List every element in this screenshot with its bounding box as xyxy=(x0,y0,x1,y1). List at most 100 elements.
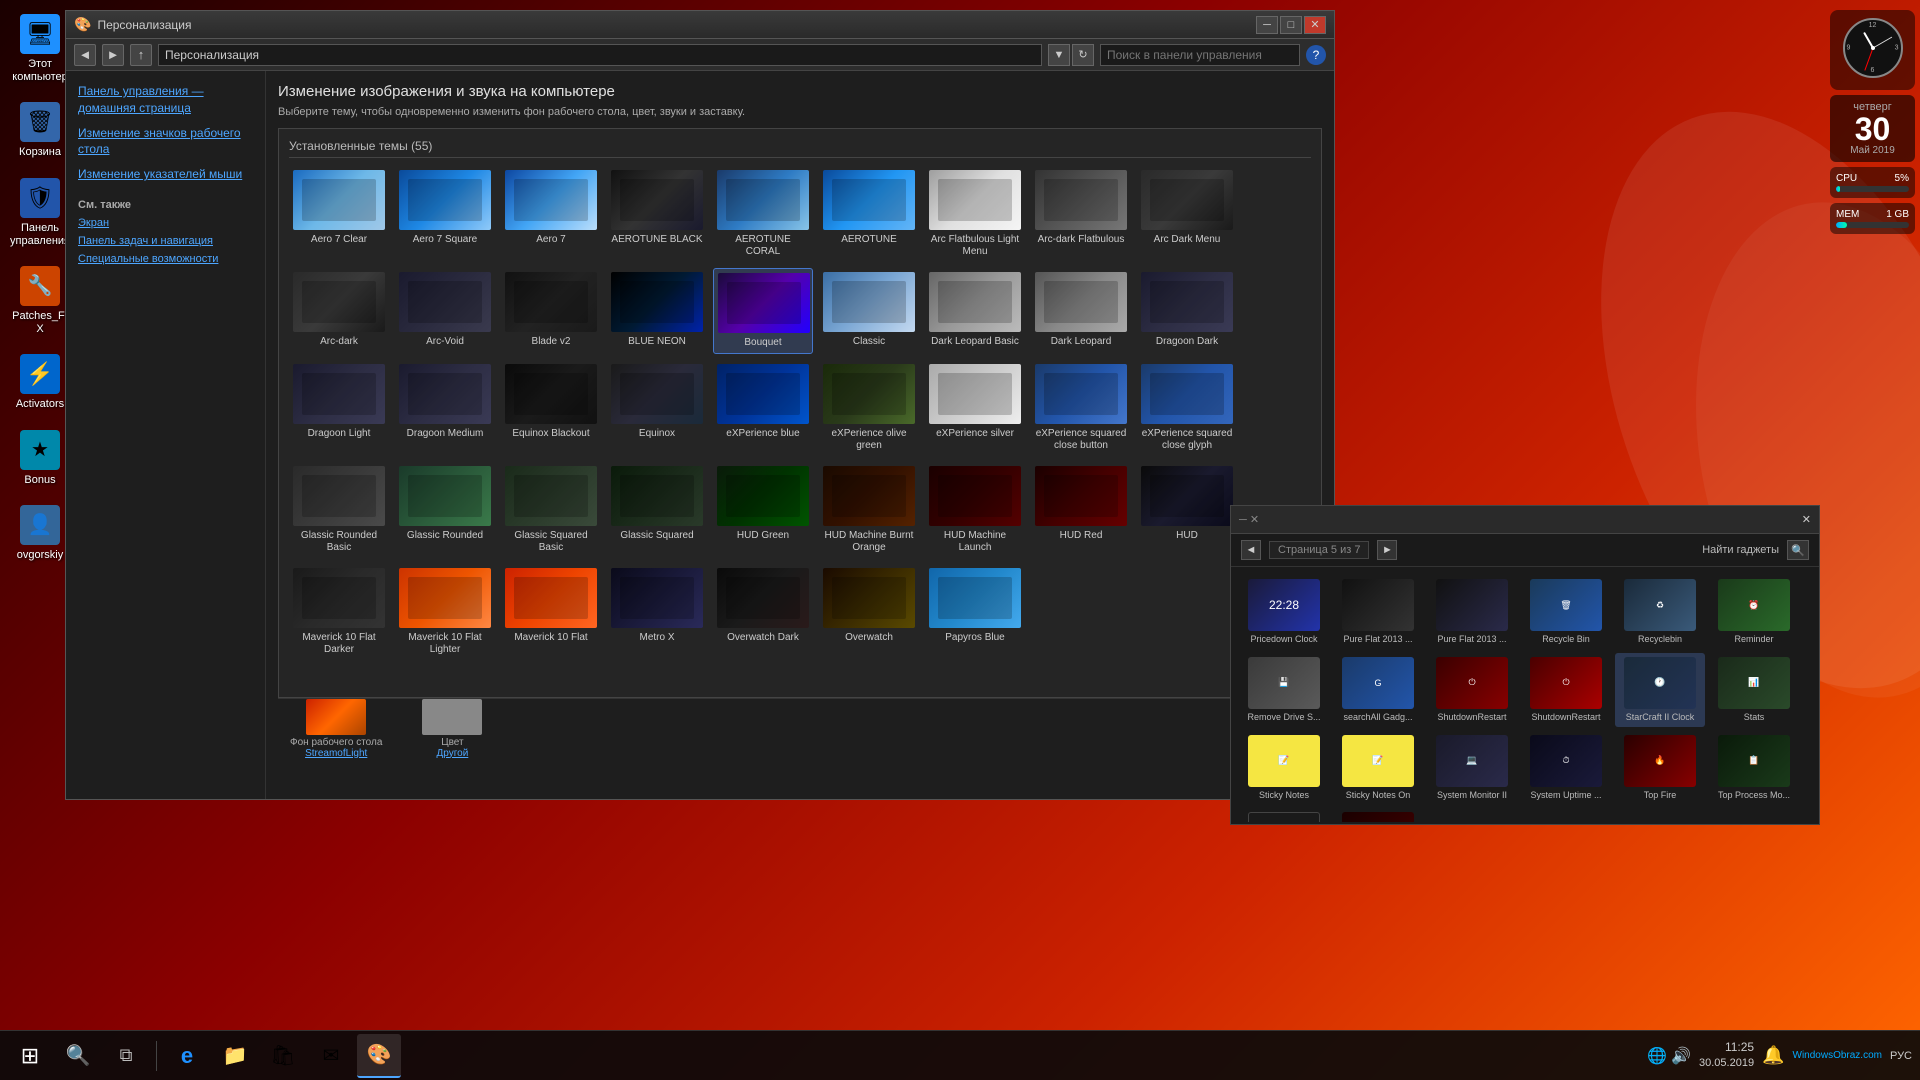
taskbar-clock[interactable]: 11:25 30.05.2019 xyxy=(1699,1039,1754,1071)
theme-item[interactable]: HUD xyxy=(1137,462,1237,558)
theme-item[interactable]: Dragoon Medium xyxy=(395,360,495,456)
control-panel-taskbar-button[interactable]: 🎨 xyxy=(357,1034,401,1078)
theme-item[interactable]: HUD Green xyxy=(713,462,813,558)
address-bar[interactable]: Персонализация xyxy=(158,44,1042,66)
gadget-item[interactable]: 📝Sticky Notes On xyxy=(1333,731,1423,805)
start-button[interactable]: ⊞ xyxy=(8,1034,52,1078)
help-button[interactable]: ? xyxy=(1306,45,1326,65)
gadget-item[interactable]: Pure Flat 2013 ... xyxy=(1333,575,1423,649)
theme-item[interactable]: Glassic Squared xyxy=(607,462,707,558)
gadget-item[interactable]: ⏻Turn off PC xyxy=(1333,808,1423,822)
theme-item[interactable]: Arc-dark xyxy=(289,268,389,354)
theme-item[interactable]: Glassic Rounded xyxy=(395,462,495,558)
theme-item[interactable]: Overwatch Dark xyxy=(713,564,813,660)
search-button[interactable]: 🔍 xyxy=(56,1034,100,1078)
gadget-item[interactable]: ⏻ShutdownRestart xyxy=(1427,653,1517,727)
gadget-item[interactable]: 📋Top Process Mo... xyxy=(1709,731,1799,805)
theme-item[interactable]: HUD Machine Burnt Orange xyxy=(819,462,919,558)
search-input[interactable] xyxy=(1100,44,1300,66)
back-button[interactable]: ◄ xyxy=(74,44,96,66)
theme-item[interactable]: Maverick 10 Flat xyxy=(501,564,601,660)
gadgets-prev-button[interactable]: ◄ xyxy=(1241,540,1261,560)
theme-item[interactable]: Aero 7 Square xyxy=(395,166,495,262)
theme-item[interactable]: AEROTUNE xyxy=(819,166,919,262)
minimize-button[interactable]: ─ xyxy=(1256,16,1278,34)
gadget-item[interactable]: 🕐Transparent - cl... xyxy=(1239,808,1329,822)
gadget-item[interactable]: ⏱System Uptime ... xyxy=(1521,731,1611,805)
theme-item[interactable]: BLUE NEON xyxy=(607,268,707,354)
sidebar-screen-link[interactable]: Экран xyxy=(78,217,253,229)
explorer-button[interactable]: 📁 xyxy=(213,1034,257,1078)
theme-item[interactable]: Dragoon Light xyxy=(289,360,389,456)
theme-item[interactable]: HUD Red xyxy=(1031,462,1131,558)
theme-item[interactable]: eXPerience blue xyxy=(713,360,813,456)
theme-item[interactable]: eXPerience olive green xyxy=(819,360,919,456)
theme-item[interactable]: Equinox xyxy=(607,360,707,456)
gadget-item[interactable]: Pure Flat 2013 ... xyxy=(1427,575,1517,649)
theme-item[interactable]: Glassic Squared Basic xyxy=(501,462,601,558)
gadget-item[interactable]: 📊Stats xyxy=(1709,653,1799,727)
sidebar-icons-link[interactable]: Изменение значков рабочего стола xyxy=(78,125,253,159)
theme-item[interactable]: Glassic Rounded Basic xyxy=(289,462,389,558)
theme-item[interactable]: Arc Flatbulous Light Menu xyxy=(925,166,1025,262)
theme-item[interactable]: eXPerience silver xyxy=(925,360,1025,456)
theme-item[interactable]: eXPerience squared close button xyxy=(1031,360,1131,456)
gadget-item[interactable]: 🕐StarCraft II Clock xyxy=(1615,653,1705,727)
theme-item[interactable]: Dark Leopard xyxy=(1031,268,1131,354)
theme-item[interactable]: Maverick 10 Flat Darker xyxy=(289,564,389,660)
gadget-name: Pricedown Clock xyxy=(1243,634,1325,645)
theme-item[interactable]: Arc-Void xyxy=(395,268,495,354)
theme-item[interactable]: Maverick 10 Flat Lighter xyxy=(395,564,495,660)
theme-item[interactable]: Bouquet xyxy=(713,268,813,354)
themes-container[interactable]: Установленные темы (55) Aero 7 ClearAero… xyxy=(278,128,1322,698)
theme-item[interactable]: Aero 7 xyxy=(501,166,601,262)
mail-button[interactable]: ✉ xyxy=(309,1034,353,1078)
theme-item[interactable]: Metro X xyxy=(607,564,707,660)
notification-button[interactable]: 🔔 xyxy=(1762,1045,1784,1066)
gadget-item[interactable]: ⏻ShutdownRestart xyxy=(1521,653,1611,727)
gadget-item[interactable]: ♻Recyclebin xyxy=(1615,575,1705,649)
theme-item[interactable]: Papyros Blue xyxy=(925,564,1025,660)
gadget-item[interactable]: 🔥Top Fire xyxy=(1615,731,1705,805)
address-dropdown[interactable]: ▼ xyxy=(1048,44,1070,66)
refresh-button[interactable]: ↻ xyxy=(1072,44,1094,66)
up-button[interactable]: ↑ xyxy=(130,44,152,66)
theme-item[interactable]: Overwatch xyxy=(819,564,919,660)
wallpaper-item[interactable]: Фон рабочего стола StreamofLight xyxy=(290,699,382,759)
theme-item[interactable]: Dragoon Dark xyxy=(1137,268,1237,354)
gadget-item[interactable]: 💾Remove Drive S... xyxy=(1239,653,1329,727)
gadget-item[interactable]: ⏰Reminder xyxy=(1709,575,1799,649)
cpu-bar xyxy=(1836,186,1909,192)
gadgets-close-button[interactable]: ✕ xyxy=(1802,513,1811,526)
gadget-item[interactable]: GsearchAll Gadg... xyxy=(1333,653,1423,727)
gadget-item[interactable]: 🗑Recycle Bin xyxy=(1521,575,1611,649)
theme-item[interactable]: Equinox Blackout xyxy=(501,360,601,456)
sidebar-mouse-link[interactable]: Изменение указателей мыши xyxy=(78,166,253,183)
theme-item[interactable]: Classic xyxy=(819,268,919,354)
sidebar-home-link[interactable]: Панель управления — домашняя страница xyxy=(78,83,253,117)
sidebar-taskbar-link[interactable]: Панель задач и навигация xyxy=(78,235,253,247)
ie-button[interactable]: e xyxy=(165,1034,209,1078)
theme-item[interactable]: Arc-dark Flatbulous xyxy=(1031,166,1131,262)
sidebar-accessibility-link[interactable]: Специальные возможности xyxy=(78,253,253,265)
theme-item[interactable]: HUD Machine Launch xyxy=(925,462,1025,558)
color-item[interactable]: Цвет Другой xyxy=(422,699,482,759)
theme-item[interactable]: Arc Dark Menu xyxy=(1137,166,1237,262)
theme-item[interactable]: Blade v2 xyxy=(501,268,601,354)
theme-item[interactable]: AEROTUNE BLACK xyxy=(607,166,707,262)
theme-item[interactable]: Dark Leopard Basic xyxy=(925,268,1025,354)
task-view-button[interactable]: ⧉ xyxy=(104,1034,148,1078)
forward-button[interactable]: ► xyxy=(102,44,124,66)
theme-item[interactable]: AEROTUNE CORAL xyxy=(713,166,813,262)
theme-name: Glassic Rounded Basic xyxy=(293,530,385,554)
gadgets-next-button[interactable]: ► xyxy=(1377,540,1397,560)
gadget-item[interactable]: 📝Sticky Notes xyxy=(1239,731,1329,805)
theme-item[interactable]: Aero 7 Clear xyxy=(289,166,389,262)
store-button[interactable]: 🛍 xyxy=(261,1034,305,1078)
gadget-item[interactable]: 22:28Pricedown Clock xyxy=(1239,575,1329,649)
close-button[interactable]: ✕ xyxy=(1304,16,1326,34)
gadget-item[interactable]: 💻System Monitor II xyxy=(1427,731,1517,805)
gadgets-search-button[interactable]: 🔍 xyxy=(1787,540,1809,560)
theme-item[interactable]: eXPerience squared close glyph xyxy=(1137,360,1237,456)
maximize-button[interactable]: □ xyxy=(1280,16,1302,34)
